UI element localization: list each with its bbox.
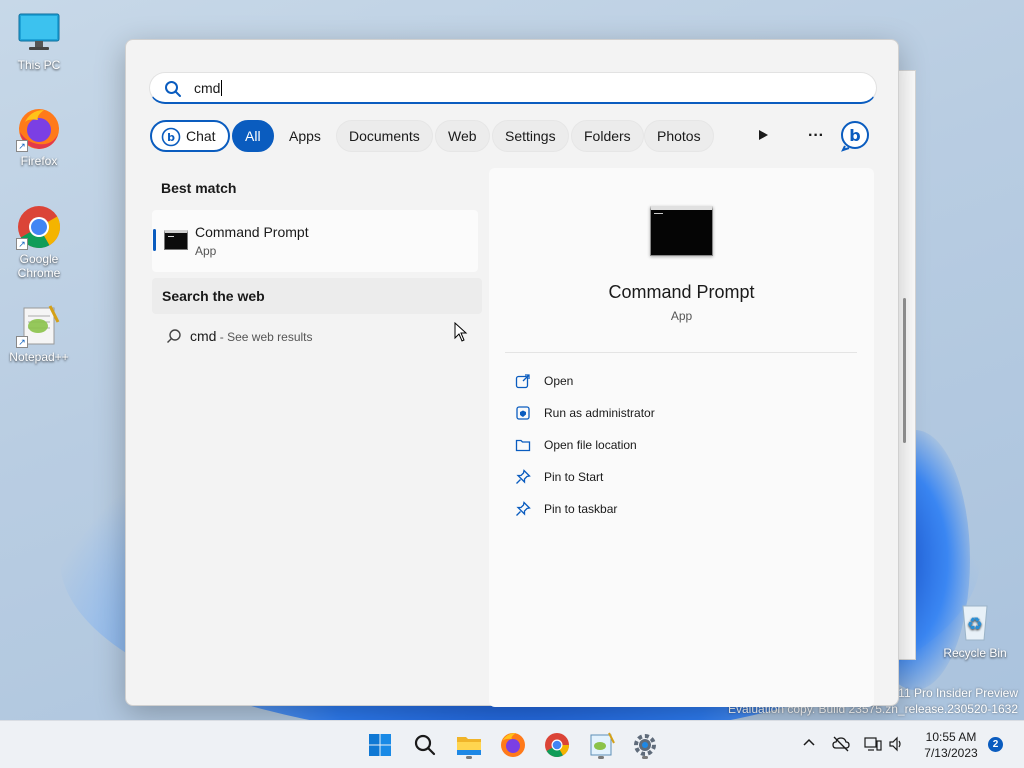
pin-icon: [515, 501, 531, 517]
desktop-icon-label: Recycle Bin: [943, 646, 1007, 660]
more-filters-button[interactable]: [747, 120, 779, 152]
filter-label: Web: [448, 128, 477, 144]
divider: [505, 352, 857, 353]
action-label: Open: [544, 374, 574, 388]
desktop-icon-label: Notepad++: [9, 350, 69, 364]
details-type: App: [670, 309, 693, 323]
running-indicator: [642, 756, 648, 759]
action-label: Pin to Start: [544, 470, 604, 484]
monitor-icon: [16, 10, 62, 56]
command-prompt-icon: [650, 206, 713, 256]
play-icon: [759, 130, 768, 140]
web-result-item[interactable]: cmd - See web results: [166, 328, 313, 347]
filter-label: Photos: [657, 128, 701, 144]
desktop-icon-label: This PC: [17, 58, 61, 72]
shortcut-arrow-icon: ↗: [16, 140, 28, 152]
background-scrollbar[interactable]: [903, 298, 906, 443]
search-icon: [166, 328, 182, 347]
taskbar: 10:55 AM 7/13/2023 2: [0, 720, 1024, 768]
notification-badge[interactable]: 2: [988, 737, 1003, 752]
desktop-icon-label: Firefox: [20, 154, 58, 168]
settings-icon[interactable]: [629, 729, 661, 761]
filter-all[interactable]: All: [232, 120, 274, 152]
show-hidden-icons-chevron-icon[interactable]: [802, 736, 816, 755]
selection-indicator: [153, 229, 156, 251]
details-pane: Command Prompt App Open Run as administr…: [489, 168, 874, 707]
firefox-icon[interactable]: [497, 729, 529, 761]
web-suffix: - See web results: [216, 330, 313, 344]
shortcut-arrow-icon: ↗: [16, 336, 28, 348]
mouse-cursor-icon: [454, 321, 468, 347]
filter-web[interactable]: Web: [435, 120, 490, 152]
open-external-icon: [515, 373, 531, 389]
chrome-icon: ↗: [16, 204, 62, 250]
best-match-heading: Best match: [161, 180, 237, 196]
filter-bar: b Chat All Apps Documents Web Settings F…: [150, 120, 880, 152]
text-caret: [221, 80, 223, 96]
search-query: cmd: [194, 80, 221, 96]
cloud-offline-icon[interactable]: [832, 736, 850, 757]
filter-label: Apps: [289, 128, 321, 144]
web-query: cmd: [190, 328, 217, 344]
result-title: Command Prompt: [195, 224, 309, 240]
shield-icon: [515, 405, 531, 421]
action-label: Pin to taskbar: [544, 502, 618, 516]
clock-time: 10:55 AM: [925, 730, 977, 744]
firefox-icon: ↗: [16, 106, 62, 152]
ellipsis-icon: ···: [808, 127, 824, 144]
more-options-button[interactable]: ···: [800, 120, 832, 152]
search-input[interactable]: cmd: [149, 72, 877, 104]
details-title: Command Prompt: [608, 282, 755, 302]
desktop-icon-notepadpp[interactable]: ↗ Notepad++: [2, 302, 76, 364]
filter-apps[interactable]: Apps: [276, 120, 334, 152]
volume-icon[interactable]: [888, 736, 904, 757]
svg-text:♻: ♻: [967, 614, 983, 635]
pin-icon: [515, 469, 531, 485]
running-indicator: [598, 756, 604, 759]
search-web-heading: Search the web: [152, 278, 482, 314]
bing-chat-button[interactable]: b: [839, 120, 871, 152]
network-icon[interactable]: [864, 736, 882, 757]
search-icon: [164, 80, 182, 103]
filter-label: Settings: [505, 128, 556, 144]
filter-label: Chat: [186, 128, 216, 144]
running-indicator: [466, 756, 472, 759]
action-label: Run as administrator: [544, 406, 655, 420]
clock[interactable]: 10:55 AM 7/13/2023: [918, 729, 984, 761]
filter-label: Folders: [584, 128, 631, 144]
file-explorer-icon[interactable]: [453, 729, 485, 761]
filter-label: Documents: [349, 128, 420, 144]
filter-settings[interactable]: Settings: [492, 120, 569, 152]
filter-folders[interactable]: Folders: [571, 120, 644, 152]
bing-icon: b: [161, 127, 181, 156]
desktop-icon-recycle-bin[interactable]: ♻ Recycle Bin: [938, 598, 1012, 660]
recycle-bin-icon: ♻: [952, 598, 998, 644]
desktop-icon-this-pc[interactable]: This PC: [2, 10, 76, 72]
filter-label: All: [245, 128, 261, 144]
desktop-icon-firefox[interactable]: ↗ Firefox: [2, 106, 76, 168]
filter-documents[interactable]: Documents: [336, 120, 433, 152]
bing-icon: b: [841, 121, 869, 152]
best-match-item[interactable]: Command Prompt App: [152, 210, 478, 272]
search-icon[interactable]: [409, 729, 441, 761]
desktop-icon-chrome[interactable]: ↗ Google Chrome: [2, 204, 76, 280]
filter-chat[interactable]: b Chat: [150, 120, 230, 152]
clock-date: 7/13/2023: [924, 746, 978, 760]
result-type: App: [195, 244, 217, 258]
svg-text:b: b: [849, 126, 860, 145]
desktop-icon-label: Google Chrome: [17, 252, 61, 280]
command-prompt-icon: [164, 230, 188, 250]
search-panel: cmd b Chat All Apps Documents Web Settin…: [125, 39, 899, 707]
svg-text:b: b: [167, 131, 175, 144]
windows-start-icon[interactable]: [364, 729, 396, 761]
notepadpp-icon: ↗: [16, 302, 62, 348]
watermark-edition: 11 Pro Insider Preview: [898, 686, 1018, 700]
notepadpp-icon[interactable]: [585, 729, 617, 761]
shortcut-arrow-icon: ↗: [16, 238, 28, 250]
chrome-icon[interactable]: [541, 729, 573, 761]
action-label: Open file location: [544, 438, 637, 452]
filter-photos[interactable]: Photos: [644, 120, 714, 152]
folder-icon: [515, 437, 531, 453]
